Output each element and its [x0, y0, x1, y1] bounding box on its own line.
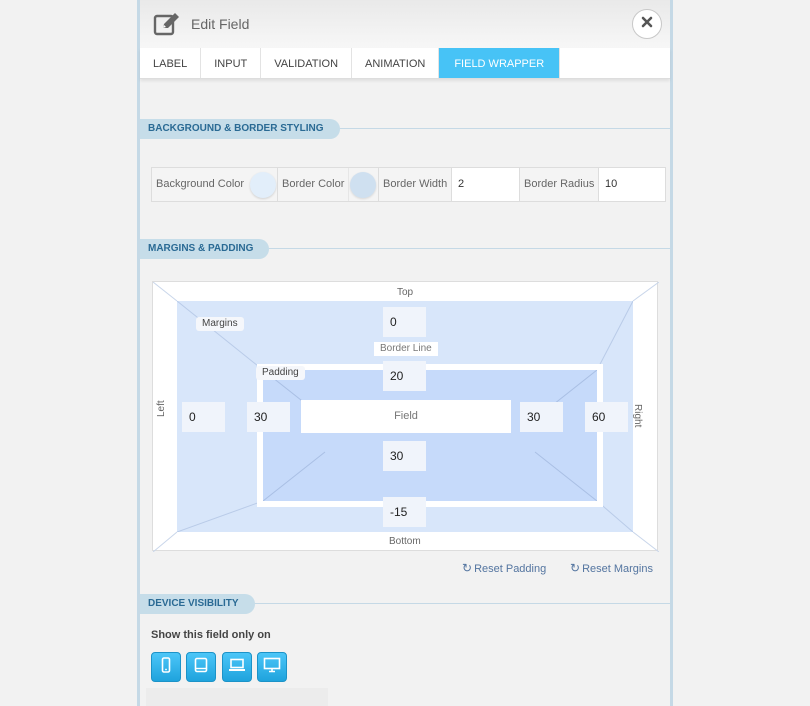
margin-right-input[interactable]: 60 — [585, 402, 628, 432]
border-radius-label: Border Radius — [524, 178, 595, 190]
background-color-swatch[interactable] — [250, 172, 276, 198]
bottom-area — [146, 688, 328, 706]
border-color-swatch[interactable] — [350, 172, 376, 198]
field-preview: Field — [301, 400, 511, 433]
padding-left-input[interactable]: 30 — [247, 402, 290, 432]
background-color-label: Background Color — [156, 178, 245, 190]
padding-diagonals — [263, 370, 597, 501]
device-desktop-button[interactable] — [257, 652, 287, 682]
tab-label[interactable]: LABEL — [140, 48, 202, 78]
reset-padding-link[interactable]: ↻ Reset Padding — [462, 561, 546, 575]
margin-left-input[interactable]: 0 — [182, 402, 225, 432]
margins-tag: Margins — [196, 317, 244, 331]
tab-validation[interactable]: VALIDATION — [261, 48, 353, 78]
margin-top-input[interactable]: 0 — [383, 307, 426, 337]
styling-row: Background Color Border Color Border Wid… — [151, 167, 666, 202]
section-margins-padding: MARGINS & PADDING — [140, 239, 670, 259]
mobile-icon — [159, 656, 173, 678]
section-background-border: BACKGROUND & BORDER STYLING — [140, 119, 670, 139]
tablet-icon — [193, 657, 209, 678]
border-width-label: Border Width — [383, 178, 448, 190]
padding-right-input[interactable]: 30 — [520, 402, 563, 432]
reset-margins-link[interactable]: ↻ Reset Margins — [570, 561, 653, 575]
device-mobile-button[interactable] — [151, 652, 181, 682]
desktop-icon — [263, 657, 281, 678]
reset-margins-label: Reset Margins — [582, 563, 653, 575]
panel-title: Edit Field — [191, 16, 250, 32]
bottom-label: Bottom — [389, 536, 421, 547]
right-label: Right — [632, 404, 643, 428]
border-radius-input[interactable]: 10 — [598, 167, 666, 202]
tab-bar: LABEL INPUT VALIDATION ANIMATION FIELD W… — [140, 48, 670, 79]
tab-input[interactable]: INPUT — [201, 48, 262, 78]
padding-tag: Padding — [256, 366, 305, 380]
refresh-icon: ↻ — [462, 561, 473, 575]
edit-field-panel: Edit Field LABEL INPUT VALIDATION ANIMAT… — [137, 0, 673, 706]
divider — [348, 168, 349, 201]
device-laptop-button[interactable] — [222, 652, 252, 682]
tab-animation[interactable]: ANIMATION — [352, 48, 440, 78]
refresh-icon: ↻ — [570, 561, 581, 575]
section-title: BACKGROUND & BORDER STYLING — [140, 119, 340, 139]
reset-padding-label: Reset Padding — [474, 563, 547, 575]
border-color-label: Border Color — [282, 178, 345, 190]
divider — [277, 168, 278, 201]
section-title: DEVICE VISIBILITY — [140, 594, 255, 614]
edit-icon — [153, 11, 181, 37]
top-label: Top — [397, 287, 414, 298]
tab-field-wrapper[interactable]: FIELD WRAPPER — [439, 48, 561, 78]
close-icon — [641, 15, 653, 33]
section-title: MARGINS & PADDING — [140, 239, 270, 259]
padding-area — [263, 370, 597, 501]
border-width-input[interactable]: 2 — [451, 167, 520, 202]
laptop-icon — [228, 657, 246, 678]
left-label: Left — [156, 400, 167, 417]
box-model-editor: Top Bottom Left Right Margins Padding Bo… — [152, 281, 659, 552]
border-line-label: Border Line — [374, 342, 438, 356]
panel-header: Edit Field — [140, 0, 670, 48]
divider — [378, 168, 379, 201]
margin-bottom-input[interactable]: -15 — [383, 497, 426, 527]
padding-top-input[interactable]: 20 — [383, 361, 426, 391]
section-device-visibility: DEVICE VISIBILITY — [140, 594, 670, 614]
device-tablet-button[interactable] — [186, 652, 216, 682]
visibility-label: Show this field only on — [151, 629, 271, 641]
padding-bottom-input[interactable]: 30 — [383, 441, 426, 471]
close-button[interactable] — [632, 9, 662, 39]
